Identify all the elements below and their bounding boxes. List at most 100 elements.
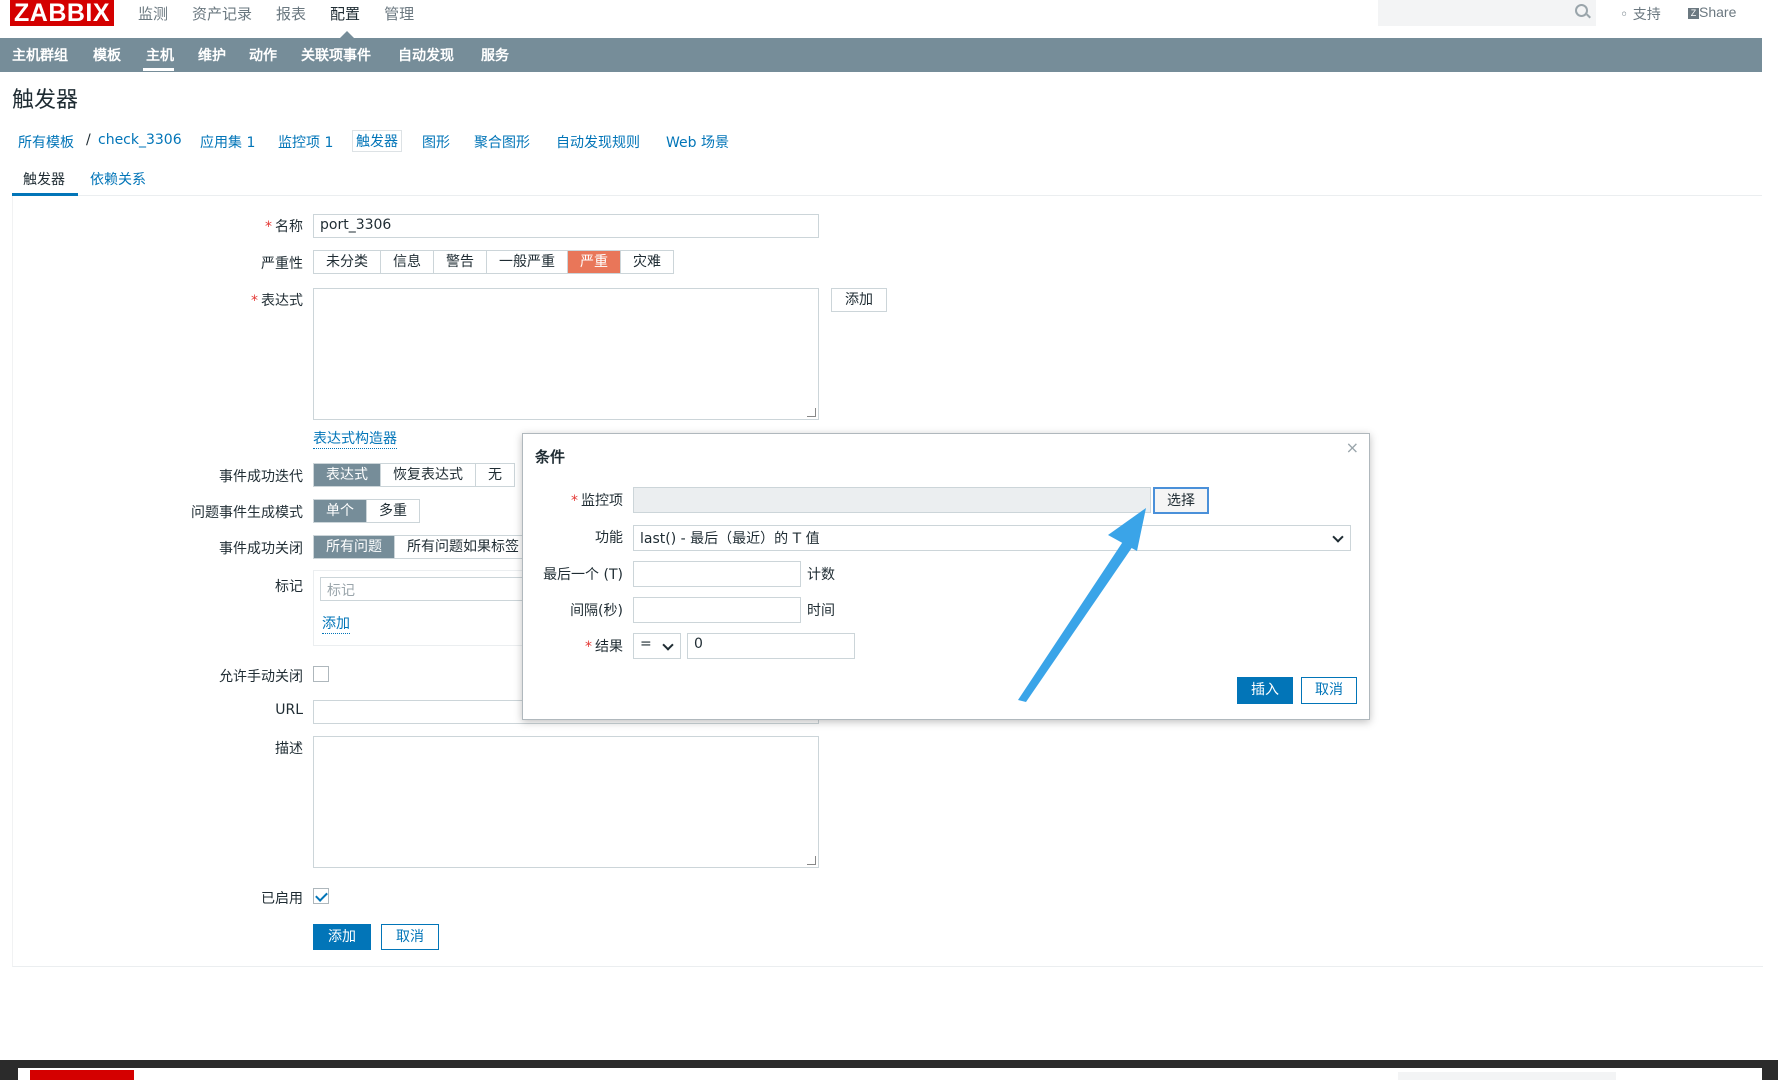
chevron-down-icon [662,639,674,651]
nav-host-groups[interactable]: 主机群组 [12,45,68,65]
ok-event-closes-selector: 所有问题 所有问题如果标签 [313,535,532,559]
zabbix-logo[interactable]: ZABBIX [10,0,115,27]
condition-dialog: 条件 × * 监控项 选择 功能 last() - 最后（最近）的 T 值 最后一… [522,433,1370,720]
last-t-unit: 计数 [807,567,835,583]
last-t-input[interactable] [633,561,801,587]
insert-button[interactable]: 插入 [1237,677,1293,704]
item-label: * 监控项 [571,493,623,509]
severity-high[interactable]: 严重 [568,251,621,273]
form-tabs: 触发器 依赖关系 [12,165,1762,196]
description-textarea[interactable] [313,736,819,868]
breadcrumb-graphs[interactable]: 图形 [422,132,450,152]
function-label: 功能 [595,530,623,546]
result-operator-select[interactable]: = [633,633,681,659]
breadcrumb-applications[interactable]: 应用集 1 [200,132,255,152]
sub-navigation: 主机群组 模板 主机 维护 动作 关联项事件 自动发现 服务 [0,38,1762,72]
severity-information[interactable]: 信息 [381,251,434,273]
url-label: URL [275,702,303,718]
severity-label: 严重性 [261,256,303,272]
nav-templates[interactable]: 模板 [93,45,121,65]
expression-add-button[interactable]: 添加 [831,288,887,312]
resize-handle[interactable] [807,408,816,417]
nav-hosts[interactable]: 主机 [146,45,174,65]
enabled-label: 已启用 [261,891,303,907]
ok-event-generation-selector: 表达式 恢复表达式 无 [313,463,515,487]
breadcrumb-triggers[interactable]: 触发器 [352,130,402,152]
severity-disaster[interactable]: 灾难 [621,251,673,273]
check-icon [315,889,328,902]
add-button[interactable]: 添加 [313,924,371,950]
severity-not-classified[interactable]: 未分类 [314,251,381,273]
severity-selector: 未分类 信息 警告 一般严重 严重 灾难 [313,250,674,274]
expression-constructor-link[interactable]: 表达式构造器 [313,428,397,449]
name-field[interactable]: port_3306 [313,214,819,238]
tags-label: 标记 [275,579,303,595]
dialog-title: 条件 [535,448,566,466]
item-field[interactable] [633,487,1151,513]
ok-event-recovery-expression[interactable]: 恢复表达式 [381,464,476,486]
breadcrumb-web-scenarios[interactable]: Web 场景 [666,132,729,152]
breadcrumb-all-templates[interactable]: 所有模板 [18,132,74,152]
ok-event-closes-label: 事件成功关闭 [219,541,303,557]
top-menu: 监测 资产记录 报表 配置 管理 [138,4,438,24]
nav-actions[interactable]: 动作 [249,45,277,65]
chevron-down-icon [1332,531,1344,543]
ok-event-expression[interactable]: 表达式 [314,464,381,486]
interval-input[interactable] [633,597,801,623]
close-icon[interactable]: × [1346,438,1359,457]
search-icon[interactable] [1575,4,1588,17]
description-label: 描述 [275,741,303,757]
headset-icon: ◦ [1620,7,1629,23]
enabled-checkbox[interactable] [313,888,329,904]
tag-add-link[interactable]: 添加 [322,613,350,634]
breadcrumb-discovery-rules[interactable]: 自动发现规则 [556,132,640,152]
menu-configuration[interactable]: 配置 [330,4,360,24]
top-bar: ZABBIX 监测 资产记录 报表 配置 管理 ◦ 支持 Z Share [0,0,1778,38]
problem-mode-single[interactable]: 单个 [314,500,367,522]
breadcrumb-template-name[interactable]: check_3306 [98,132,182,148]
name-label: * 名称 [265,219,303,235]
manual-close-checkbox[interactable] [313,666,329,682]
page-title: 触发器 [12,88,79,113]
breadcrumb-items[interactable]: 监控项 1 [278,132,333,152]
menu-reports[interactable]: 报表 [276,4,306,24]
breadcrumb-separator: / [86,132,91,148]
severity-average[interactable]: 一般严重 [487,251,568,273]
menu-administration[interactable]: 管理 [384,4,414,24]
interval-unit: 时间 [807,603,835,619]
problem-mode-label: 问题事件生成模式 [191,505,303,521]
nav-services[interactable]: 服务 [481,45,509,65]
select-item-button[interactable]: 选择 [1153,487,1209,514]
breadcrumb-screens[interactable]: 聚合图形 [474,132,530,152]
share-link[interactable]: Z Share [1688,4,1736,20]
nav-event-correlation[interactable]: 关联项事件 [301,45,371,65]
tab-triggers[interactable]: 触发器 [23,169,65,189]
dialog-cancel-button[interactable]: 取消 [1301,677,1357,704]
nav-discovery[interactable]: 自动发现 [398,45,454,65]
bottom-search-fragment [1398,1072,1616,1080]
active-menu-pointer [340,31,354,38]
severity-warning[interactable]: 警告 [434,251,487,273]
manual-close-label: 允许手动关闭 [219,669,303,685]
search-input[interactable] [1378,0,1596,26]
tag-name-input[interactable]: 标记 [320,577,540,601]
menu-monitoring[interactable]: 监测 [138,4,168,24]
menu-inventory[interactable]: 资产记录 [192,4,252,24]
result-value-input[interactable]: 0 [687,633,855,659]
expression-textarea[interactable] [313,288,819,420]
problem-mode-selector: 单个 多重 [313,499,420,523]
tab-dependencies[interactable]: 依赖关系 [90,169,146,189]
result-label: * 结果 [585,639,623,655]
nav-active-underline [143,68,174,71]
problem-mode-multiple[interactable]: 多重 [367,500,419,522]
support-link[interactable]: ◦ 支持 [1620,4,1661,24]
function-select[interactable]: last() - 最后（最近）的 T 值 [633,525,1351,551]
ok-close-tag-match[interactable]: 所有问题如果标签 [395,536,531,558]
resize-handle[interactable] [807,856,816,865]
interval-label: 间隔(秒) [570,603,623,619]
last-t-label: 最后一个 (T) [543,567,623,583]
nav-maintenance[interactable]: 维护 [198,45,226,65]
ok-close-all-problems[interactable]: 所有问题 [314,536,395,558]
ok-event-none[interactable]: 无 [476,464,514,486]
cancel-button[interactable]: 取消 [381,924,439,950]
